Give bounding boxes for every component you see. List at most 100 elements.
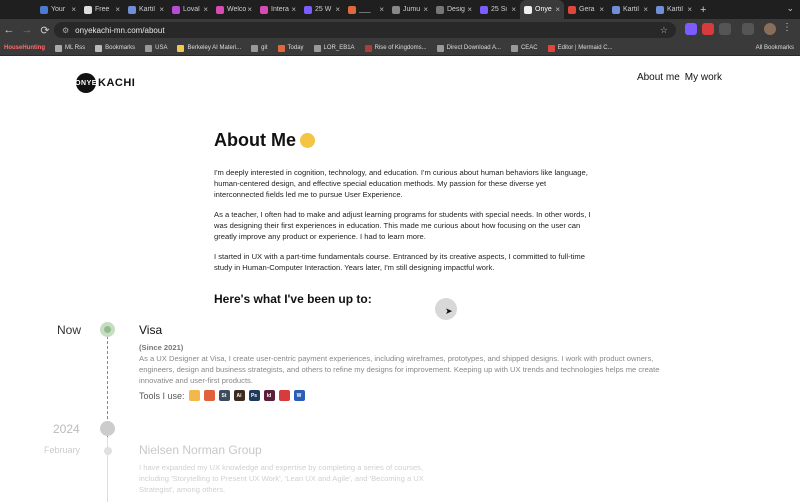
tab-close-icon[interactable]: × [467,5,472,14]
extension-icon[interactable] [702,23,714,35]
browser-tab[interactable]: Gera × [564,0,608,19]
browser-tab[interactable]: Jumu × [388,0,432,19]
new-tab-button[interactable]: + [700,4,706,16]
tab-close-icon[interactable]: × [379,5,384,14]
bookmark-label: git [261,45,268,51]
url-text: onyekachi-mn.com/about [75,25,165,35]
tab-favicon-icon [524,5,532,14]
reload-button[interactable]: ⟳ [36,21,54,39]
figma-icon [203,390,215,401]
timeline-year-label: 2024 [53,422,80,436]
bookmark-label: USA [155,45,168,51]
tab-favicon-icon [612,5,620,14]
tools-label: Tools I use: [139,390,185,401]
bookmark-item[interactable]: LOR_EB1A [313,44,355,52]
all-bookmarks-button[interactable]: All Bookmarks [756,45,794,51]
browser-tab[interactable]: Free × [80,0,124,19]
extension-icon[interactable] [685,23,697,35]
browser-tab[interactable]: Your × [36,0,80,19]
bookmark-item[interactable]: git [251,44,268,52]
site-info-icon[interactable]: ⚙ [62,26,69,35]
tab-label: Onye [535,6,552,13]
tab-close-icon[interactable]: × [423,5,428,14]
browser-tab[interactable]: Desig × [432,0,476,19]
storybook-icon: St [218,390,230,401]
job-since: (Since 2021) [139,343,184,352]
browser-tab[interactable]: Kartil × [124,0,168,19]
job-description: As a UX Designer at Visa, I create user-… [139,354,660,385]
bookmark-label: CEAC [520,45,538,51]
tab-close-icon[interactable]: × [335,5,340,14]
tab-close-icon[interactable]: × [511,5,516,14]
timeline-dot-now [100,322,115,337]
browser-tab[interactable]: Kartil × [608,0,652,19]
tab-close-icon[interactable]: × [115,5,120,14]
tab-close-icon[interactable]: × [599,5,604,14]
bookmark-item[interactable]: Bookmarks [95,44,135,52]
tab-label: 25 Si [491,6,507,13]
bookmark-icon [55,44,62,52]
bookmark-item[interactable]: Today [277,44,304,52]
tab-favicon-icon [392,5,400,14]
tab-favicon-icon [40,5,48,14]
bookmark-item[interactable]: Editor | Mermaid C... [547,44,613,52]
bookmark-label: Editor | Mermaid C... [557,45,613,51]
tab-close-icon[interactable]: × [643,5,648,14]
bookmark-item[interactable]: Berkeley AI Materi... [177,44,241,52]
tab-close-icon[interactable]: × [291,5,296,14]
tab-label: Loval [183,6,200,13]
timeline-month-label: February [44,445,81,455]
tab-close-icon[interactable]: × [247,5,252,14]
tab-close-icon[interactable]: × [203,5,208,14]
job-title: Visa [139,323,163,337]
bookmark-label: HouseHunting [4,45,45,51]
address-bar[interactable]: ⚙ onyekachi-mn.com/about ☆ [54,22,676,38]
tab-label: Kartil [139,6,155,13]
bookmark-icon [95,44,103,52]
about-paragraph: I'm deeply interested in cognition, tech… [214,168,588,199]
browser-tab[interactable]: 25 Si × [476,0,520,19]
browser-tab[interactable]: Kartil × [652,0,696,19]
bookmark-item[interactable]: Rise of Kingdoms... [364,44,427,52]
browser-tab[interactable]: Onye × [520,0,564,19]
profile-avatar[interactable] [764,23,776,35]
extensions-puzzle-icon[interactable] [719,23,731,35]
upside-down-face-emoji-icon [299,133,315,148]
bookmark-star-icon[interactable]: ☆ [660,25,668,36]
sketch-icon [188,390,200,401]
bookmark-item[interactable]: HouseHunting [4,45,45,51]
tab-close-icon[interactable]: × [555,5,560,14]
bookmark-item[interactable]: CEAC [510,44,538,52]
illustrator-icon: Ai [233,390,245,401]
browser-tab[interactable]: Welco × [212,0,256,19]
tools-row: Tools I use: St Ai Ps Id W [139,390,305,401]
browser-toolbar: ← → ⟳ ⚙ onyekachi-mn.com/about ☆ ⋮ [0,19,800,41]
back-button[interactable]: ← [0,21,18,39]
word-icon: W [293,390,305,401]
acrobat-icon [278,390,290,401]
browser-tab[interactable]: Intera × [256,0,300,19]
nav-my-work[interactable]: My work [685,72,722,83]
tab-close-icon[interactable]: × [159,5,164,14]
browser-tab[interactable]: ___ × [344,0,388,19]
browser-tab[interactable]: 25 W × [300,0,344,19]
nav-about-me[interactable]: About me [637,72,680,83]
forward-button[interactable]: → [18,21,36,39]
browser-tab-strip: Your × Free × Kartil × Loval × Welco × Intera × 25 W… [0,0,800,19]
browser-tab[interactable]: Loval × [168,0,212,19]
tab-close-icon[interactable]: × [687,5,692,14]
bookmark-item[interactable]: USA [145,44,168,52]
menu-kebab-icon[interactable]: ⋮ [782,22,792,33]
side-panel-icon[interactable] [742,23,754,35]
about-paragraph: As a teacher, I often had to make and ad… [214,210,591,241]
bookmark-item[interactable]: Direct Download A... [436,44,501,52]
tab-search-icon[interactable]: ⌄ [786,3,794,14]
site-logo[interactable]: ONYE KACHI [75,73,135,93]
timeline-now-label: Now [57,323,82,337]
bookmark-item[interactable]: ML Rss [55,44,85,52]
tab-close-icon[interactable]: × [71,5,76,14]
tab-label: ___ [359,6,371,13]
tab-label: Kartil [667,6,683,13]
indesign-icon: Id [263,390,275,401]
tab-label: Kartil [623,6,639,13]
